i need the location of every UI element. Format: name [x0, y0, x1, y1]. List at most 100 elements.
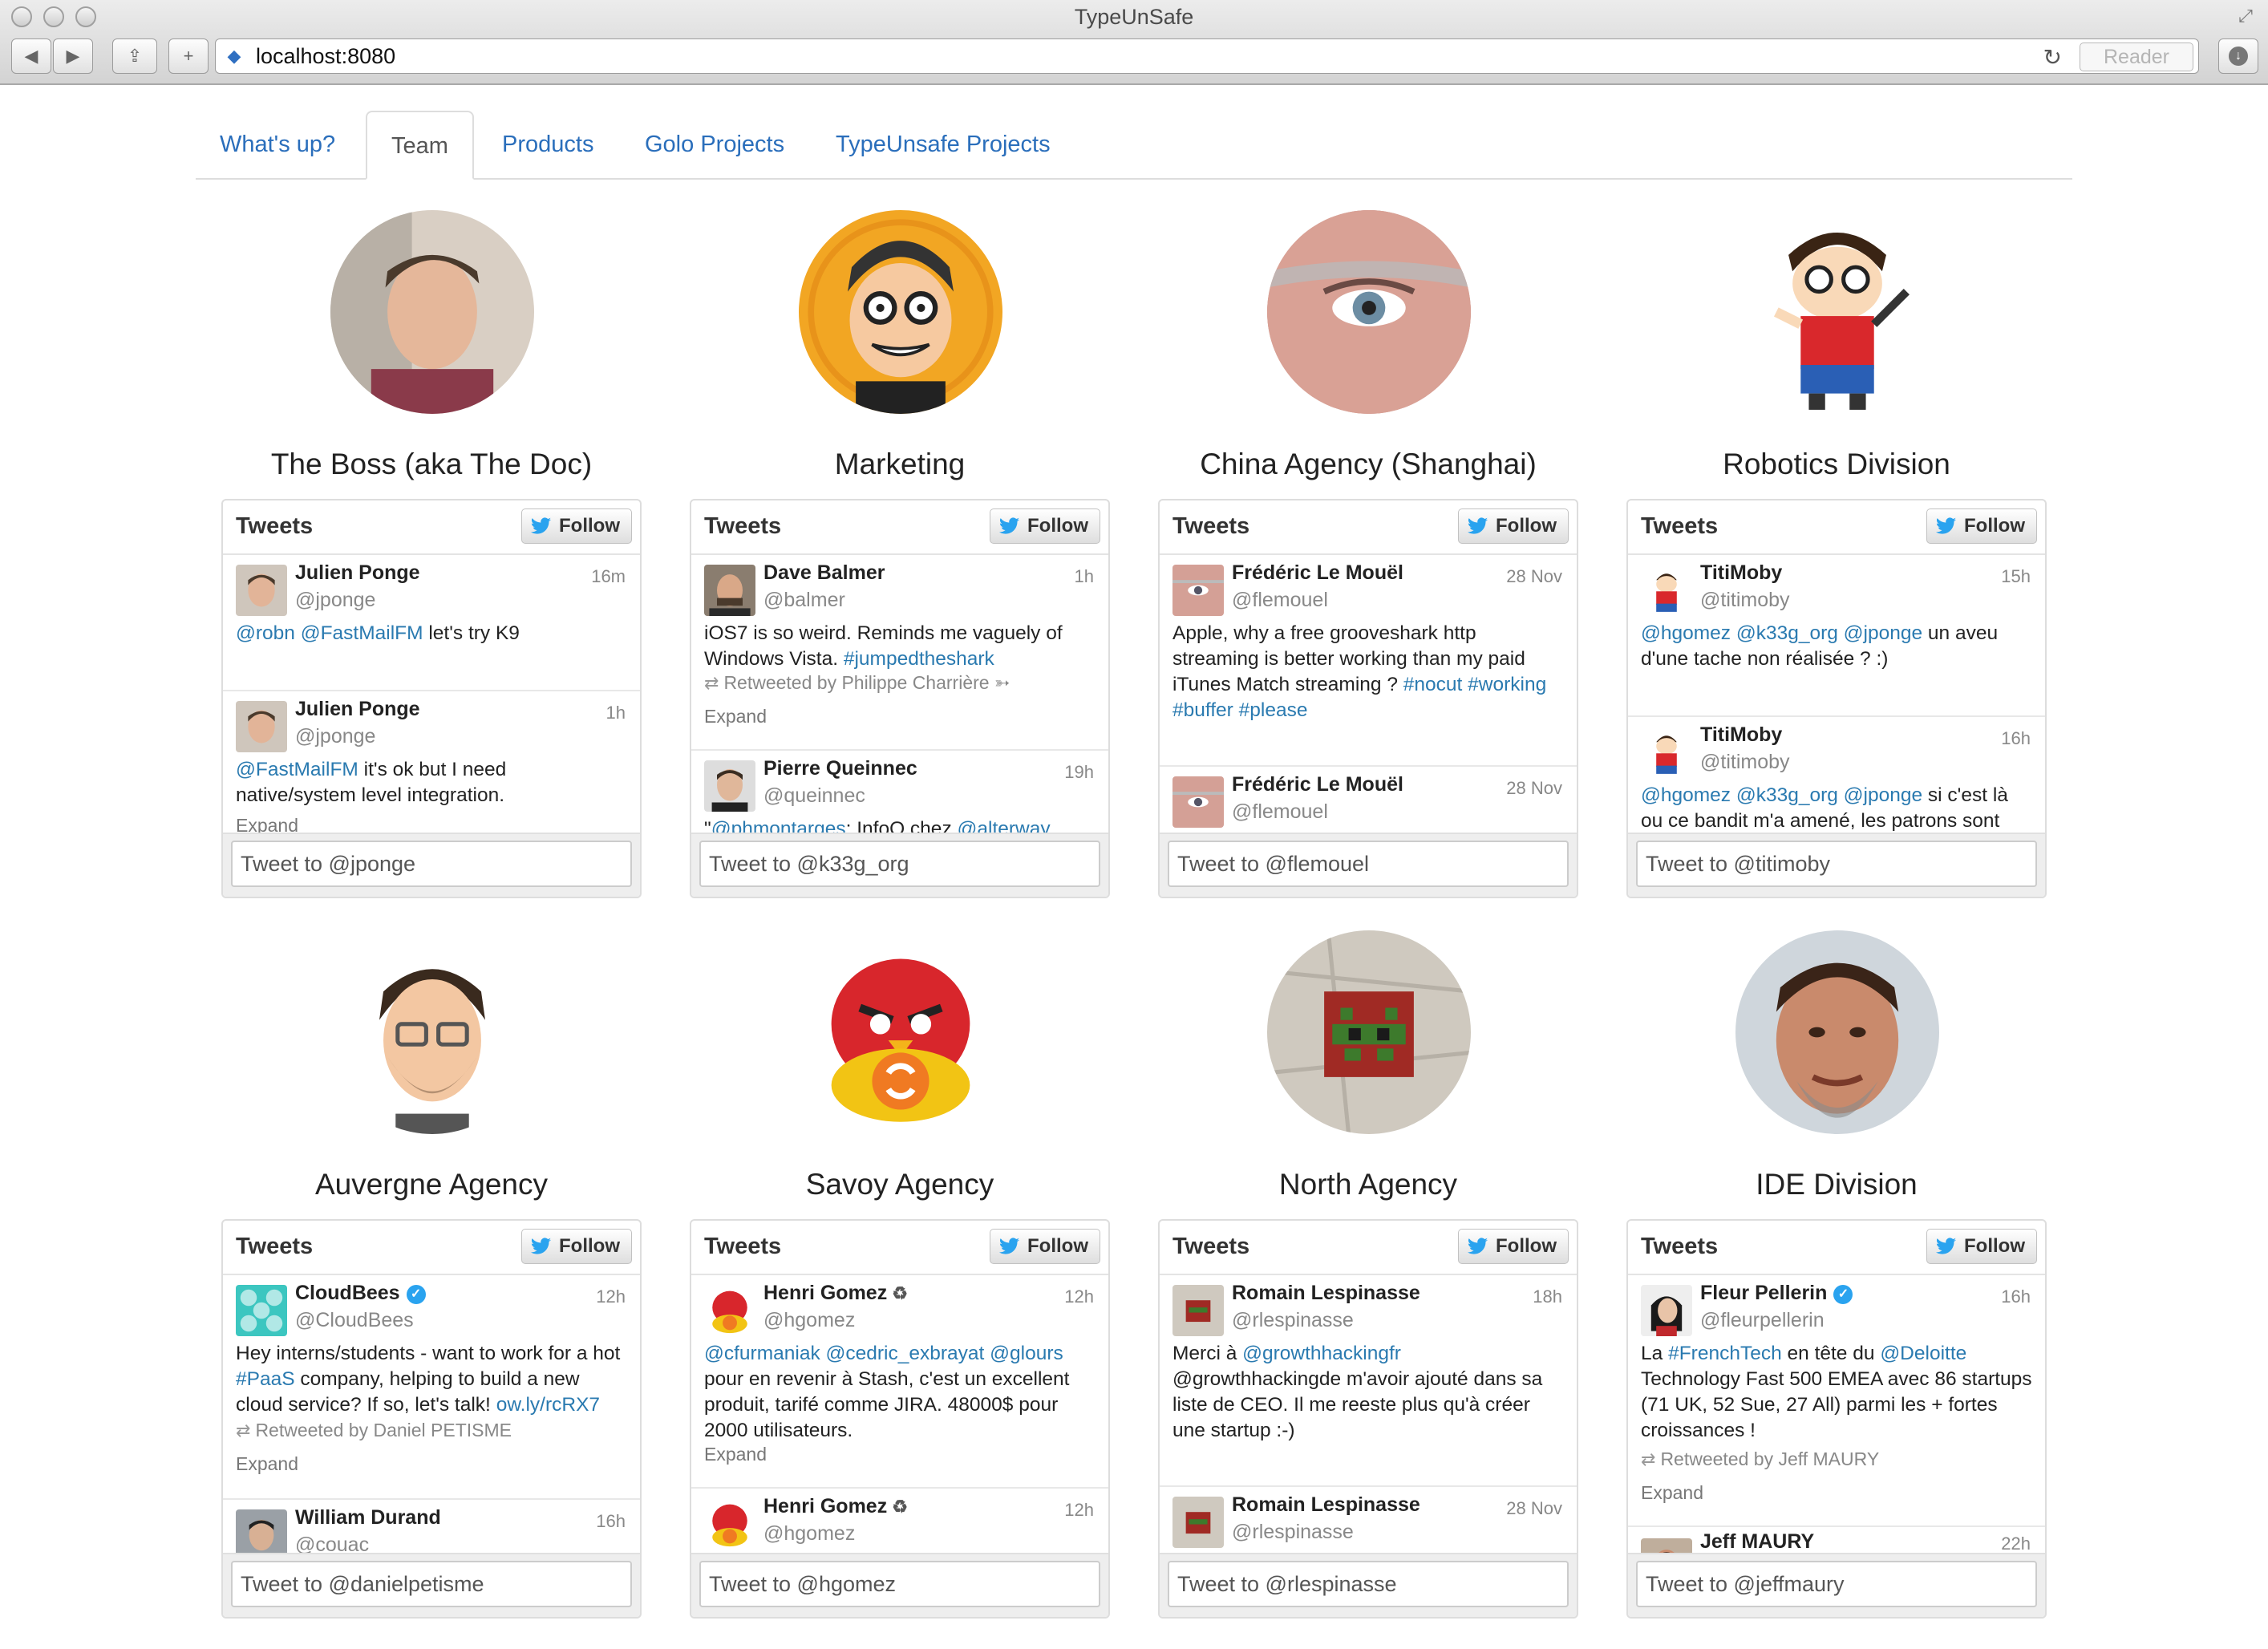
back-button[interactable]: ◀: [11, 38, 51, 74]
tweet-avatar[interactable]: [1641, 1285, 1692, 1336]
tweet-handle[interactable]: @hgomez: [763, 1522, 855, 1546]
tweet-author[interactable]: Romain Lespinasse: [1232, 1493, 1420, 1517]
tweet-mention-link[interactable]: @robn @FastMailFM: [236, 622, 423, 644]
retweeted-by-text[interactable]: Retweeted by Jeff MAURY: [1660, 1448, 1879, 1469]
tweet-author[interactable]: Henri Gomez ♻: [763, 1282, 908, 1305]
tweet-avatar[interactable]: [1641, 565, 1692, 616]
tweet-author[interactable]: TitiMoby: [1700, 561, 1782, 585]
tweet-compose-input[interactable]: Tweet to @jeffmaury: [1636, 1561, 2037, 1607]
follow-button[interactable]: Follow: [990, 1229, 1100, 1264]
tweet-author-name[interactable]: CloudBees: [295, 1282, 400, 1304]
tweet-time[interactable]: 16m: [591, 566, 626, 587]
tweet-author[interactable]: Frédéric Le Mouël: [1232, 561, 1403, 585]
tweet-handle[interactable]: @rlespinasse: [1232, 1521, 1354, 1544]
tweet-mention-link[interactable]: @hgomez @k33g_org @jponge: [1641, 622, 1922, 644]
tweet-handle[interactable]: @flemouel: [1232, 589, 1328, 612]
tweet-compose-input[interactable]: Tweet to @jponge: [231, 841, 632, 887]
fullscreen-icon[interactable]: ⤢: [2236, 6, 2255, 26]
tweet-compose-input[interactable]: Tweet to @rlespinasse: [1168, 1561, 1569, 1607]
tweet-handle[interactable]: @balmer: [763, 589, 845, 612]
tweet-handle[interactable]: @jponge: [295, 725, 375, 748]
tweet-compose-input[interactable]: Tweet to @k33g_org: [699, 841, 1100, 887]
tab-golo-projects[interactable]: Golo Projects: [621, 111, 808, 178]
tweet-mention-link[interactable]: @FastMailFM: [236, 759, 358, 780]
tweet-author-name[interactable]: Henri Gomez: [763, 1495, 887, 1517]
tweet-handle[interactable]: @flemouel: [1232, 800, 1328, 824]
tweet-time[interactable]: 19h: [1064, 762, 1094, 783]
tweet-avatar[interactable]: [236, 1509, 287, 1558]
tweet-author[interactable]: CloudBees ✓: [295, 1282, 426, 1305]
address-bar[interactable]: ◆ localhost:8080 ↻ Reader: [215, 38, 2199, 74]
expand-link[interactable]: Expand: [1641, 1482, 1703, 1504]
tweet-mention-link[interactable]: @growthhackingfr: [1242, 1343, 1401, 1364]
tweet-avatar[interactable]: [1641, 727, 1692, 778]
tweet-author[interactable]: Dave Balmer: [763, 561, 885, 585]
follow-button[interactable]: Follow: [521, 1229, 632, 1264]
tab-typeunsafe-projects[interactable]: TypeUnsafe Projects: [812, 111, 1075, 178]
tab-team[interactable]: Team: [366, 111, 474, 180]
follow-button[interactable]: Follow: [1458, 508, 1569, 544]
tweet-time[interactable]: 28 Nov: [1506, 778, 1562, 799]
tweet-avatar[interactable]: [236, 701, 287, 752]
tweet-avatar[interactable]: [704, 565, 755, 616]
tweet-avatar[interactable]: [1172, 565, 1224, 616]
expand-link[interactable]: Expand: [236, 1453, 298, 1475]
tweet-author-name[interactable]: Henri Gomez: [763, 1282, 887, 1304]
tab-products[interactable]: Products: [478, 111, 618, 178]
tweet-time[interactable]: 12h: [1064, 1500, 1094, 1521]
tweet-mention-link[interactable]: @cfurmaniak @cedric_exbrayat @glours: [704, 1343, 1063, 1364]
tweet-compose-input[interactable]: Tweet to @danielpetisme: [231, 1561, 632, 1607]
tweet-hashtag-link[interactable]: #PaaS: [236, 1368, 295, 1390]
tweet-author[interactable]: Romain Lespinasse: [1232, 1282, 1420, 1305]
tweet-avatar[interactable]: [236, 565, 287, 616]
tweet-time[interactable]: 1h: [606, 703, 626, 723]
tweet-author[interactable]: Frédéric Le Mouël: [1232, 773, 1403, 796]
follow-button[interactable]: Follow: [1926, 508, 2037, 544]
tweet-url-link[interactable]: ow.ly/rcRX7: [496, 1394, 600, 1416]
tweet-compose-input[interactable]: Tweet to @hgomez: [699, 1561, 1100, 1607]
tweet-handle[interactable]: @titimoby: [1700, 751, 1790, 774]
tweet-compose-input[interactable]: Tweet to @flemouel: [1168, 841, 1569, 887]
reader-button[interactable]: Reader: [2080, 43, 2193, 71]
tweet-time[interactable]: 12h: [1064, 1286, 1094, 1307]
tweet-author[interactable]: Fleur Pellerin ✓: [1700, 1282, 1853, 1305]
tweet-time[interactable]: 28 Nov: [1506, 566, 1562, 587]
retweeted-by-text[interactable]: Retweeted by Philippe Charrière ➳: [723, 672, 1010, 693]
tweet-avatar[interactable]: [236, 1285, 287, 1336]
tweet-author[interactable]: Julien Ponge: [295, 561, 420, 585]
reload-icon[interactable]: ↻: [2043, 44, 2062, 71]
follow-button[interactable]: Follow: [1926, 1229, 2037, 1264]
tweet-compose-input[interactable]: Tweet to @titimoby: [1636, 841, 2037, 887]
downloads-button[interactable]: ↓: [2218, 38, 2258, 74]
url-text[interactable]: localhost:8080: [256, 44, 395, 69]
tweet-author[interactable]: William Durand: [295, 1506, 441, 1529]
tweet-time[interactable]: 28 Nov: [1506, 1498, 1562, 1519]
tweet-avatar[interactable]: [704, 760, 755, 812]
tweet-time[interactable]: 12h: [596, 1286, 626, 1307]
tweet-time[interactable]: 16h: [2001, 728, 2031, 749]
tweet-handle[interactable]: @hgomez: [763, 1309, 855, 1332]
tweet-mention-link[interactable]: @Deloitte: [1880, 1343, 1966, 1364]
share-button[interactable]: ⇪: [112, 38, 157, 74]
tweet-avatar[interactable]: [704, 1498, 755, 1550]
tweet-time[interactable]: 15h: [2001, 566, 2031, 587]
follow-button[interactable]: Follow: [521, 508, 632, 544]
tweet-handle[interactable]: @fleurpellerin: [1700, 1309, 1825, 1332]
follow-button[interactable]: Follow: [1458, 1229, 1569, 1264]
follow-button[interactable]: Follow: [990, 508, 1100, 544]
tweet-author[interactable]: Julien Ponge: [295, 698, 420, 721]
retweeted-by-text[interactable]: Retweeted by Daniel PETISME: [255, 1420, 512, 1440]
tweet-avatar[interactable]: [704, 1285, 755, 1336]
forward-button[interactable]: ▶: [53, 38, 93, 74]
new-tab-button[interactable]: +: [168, 38, 209, 74]
tab-whats-up[interactable]: What's up?: [196, 111, 359, 178]
expand-link[interactable]: Expand: [704, 706, 767, 727]
tweet-author[interactable]: TitiMoby: [1700, 723, 1782, 747]
tweet-author[interactable]: Henri Gomez ♻: [763, 1495, 908, 1518]
tweet-author-name[interactable]: Fleur Pellerin: [1700, 1282, 1827, 1304]
tweet-hashtag-link[interactable]: #FrenchTech: [1668, 1343, 1782, 1364]
tweet-avatar[interactable]: [1172, 1285, 1224, 1336]
tweet-time[interactable]: 22h: [2001, 1534, 2031, 1554]
tweet-time[interactable]: 18h: [1533, 1286, 1562, 1307]
tweet-author[interactable]: Jeff MAURY: [1700, 1530, 1814, 1554]
